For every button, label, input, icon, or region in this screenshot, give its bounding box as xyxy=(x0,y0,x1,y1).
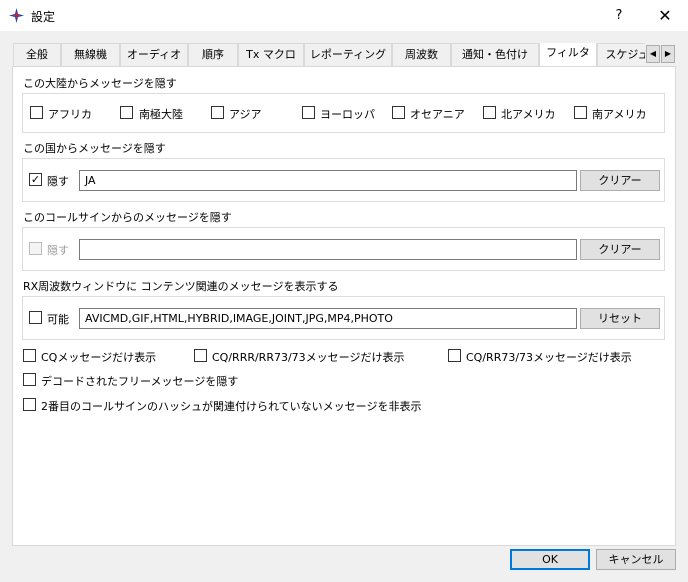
callsign-clear-button[interactable]: クリアー xyxy=(580,239,660,260)
continent-filter-title: この大陸からメッセージを隠す xyxy=(23,77,177,90)
tab-notifications[interactable]: 通知・色付け xyxy=(451,43,539,66)
tab-scroll-right-icon[interactable]: ▶ xyxy=(661,45,675,63)
callsign-filter-title: このコールサインからのメッセージを隠す xyxy=(23,211,232,224)
country-clear-button[interactable]: クリアー xyxy=(580,170,660,191)
checkbox-oceania[interactable] xyxy=(392,106,405,119)
ok-button[interactable]: OK xyxy=(510,549,590,570)
label-oceania: オセアニア xyxy=(410,108,465,121)
tab-radio[interactable]: 無線機 xyxy=(61,43,120,66)
checkbox-antarctica[interactable] xyxy=(120,106,133,119)
checkbox-hide-free-msg[interactable] xyxy=(23,373,36,386)
window-title: 設定 xyxy=(31,10,56,24)
label-north-america: 北アメリカ xyxy=(501,108,556,121)
label-cq-rrr-only: CQ/RRR/RR73/73メッセージだけ表示 xyxy=(212,351,405,364)
tab-tx-macros[interactable]: Tx マクロ xyxy=(238,43,304,66)
tab-bar: 全般 無線機 オーディオ 順序 Tx マクロ レポーティング 周波数 通知・色付… xyxy=(13,43,645,66)
checkbox-cq-rr73-only[interactable] xyxy=(448,349,461,362)
tab-scroll-left-icon[interactable]: ◀ xyxy=(646,45,660,63)
tab-reporting[interactable]: レポーティング xyxy=(304,43,392,66)
label-cq-only: CQメッセージだけ表示 xyxy=(41,351,157,364)
label-asia: アジア xyxy=(229,108,262,121)
tab-frequencies[interactable]: 周波数 xyxy=(392,43,451,66)
callsign-filter-input[interactable] xyxy=(79,239,577,260)
checkbox-asia[interactable] xyxy=(211,106,224,119)
checkbox-hide-country[interactable]: ✓ xyxy=(29,173,42,186)
label-hide-free-msg: デコードされたフリーメッセージを隠す xyxy=(41,375,239,388)
label-africa: アフリカ xyxy=(48,108,92,121)
checkbox-south-america[interactable] xyxy=(574,106,587,119)
tab-general[interactable]: 全般 xyxy=(13,43,61,66)
checkbox-africa[interactable] xyxy=(30,106,43,119)
tab-filters[interactable]: フィルタ xyxy=(539,43,597,66)
checkbox-enable-content[interactable] xyxy=(29,311,42,324)
checkbox-hide-unlinked-hash[interactable] xyxy=(23,398,36,411)
label-hide-unlinked-hash: 2番目のコールサインのハッシュが関連付けられていないメッセージを非表示 xyxy=(41,400,422,413)
checkbox-hide-callsign[interactable] xyxy=(29,242,42,255)
label-antarctica: 南極大陸 xyxy=(139,108,183,121)
checkbox-cq-only[interactable] xyxy=(23,349,36,362)
content-reset-button[interactable]: リセット xyxy=(580,308,660,329)
label-south-america: 南アメリカ xyxy=(592,108,647,121)
label-europe: ヨーロッパ xyxy=(320,108,375,121)
cancel-button[interactable]: キャンセル xyxy=(596,549,676,570)
tab-audio[interactable]: オーディオ xyxy=(120,43,188,66)
country-filter-title: この国からメッセージを隠す xyxy=(23,142,166,155)
checkbox-europe[interactable] xyxy=(302,106,315,119)
content-filter-input[interactable]: AVICMD,GIF,HTML,HYBRID,IMAGE,JOINT,JPG,M… xyxy=(79,308,577,329)
tab-schedule[interactable]: スケジュ xyxy=(597,43,645,66)
label-enable-content: 可能 xyxy=(47,313,69,326)
label-cq-rr73-only: CQ/RR73/73メッセージだけ表示 xyxy=(466,351,632,364)
tab-sequencing[interactable]: 順序 xyxy=(188,43,238,66)
label-hide-callsign: 隠す xyxy=(47,244,69,257)
help-button[interactable]: ? xyxy=(604,2,634,29)
content-filter-title: RX周波数ウィンドウに コンテンツ関連のメッセージを表示する xyxy=(23,280,339,293)
close-button[interactable]: ✕ xyxy=(650,2,680,29)
label-hide-country: 隠す xyxy=(47,175,69,188)
checkbox-cq-rrr-only[interactable] xyxy=(194,349,207,362)
title-bar: 設定 ? ✕ xyxy=(0,0,688,31)
checkbox-north-america[interactable] xyxy=(483,106,496,119)
country-filter-input[interactable]: JA xyxy=(79,170,577,191)
app-star-icon xyxy=(9,8,24,23)
